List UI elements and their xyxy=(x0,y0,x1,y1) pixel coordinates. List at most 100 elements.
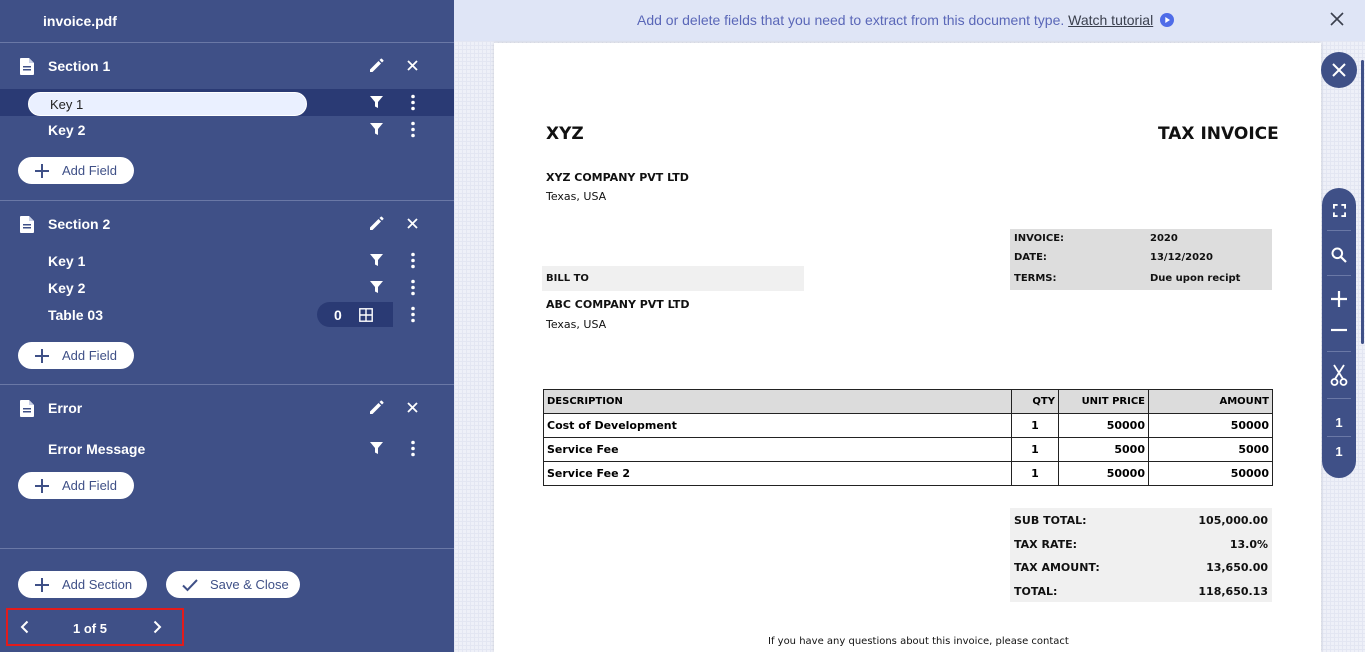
section-title: Error xyxy=(48,400,83,416)
field-label: Key 2 xyxy=(48,121,86,138)
table-header-row: DESCRIPTION QTY UNIT PRICE AMOUNT xyxy=(543,389,1273,414)
section-title: Section 2 xyxy=(48,216,111,232)
chevron-right-icon[interactable] xyxy=(150,620,164,634)
table-cell: 1 xyxy=(1011,413,1059,438)
document-icon xyxy=(20,215,34,233)
filter-icon[interactable] xyxy=(370,442,383,455)
field-row[interactable]: Key 2 xyxy=(0,274,454,301)
filter-icon[interactable] xyxy=(370,96,383,109)
section-2: Section 2 Key 1 Key 2 Table 03 0 Add Fie… xyxy=(0,201,454,385)
invoice-meta-label: DATE: xyxy=(1014,252,1047,263)
search-button[interactable] xyxy=(1322,247,1356,263)
table-column-count[interactable]: 0 xyxy=(317,302,393,327)
totals-label: SUB TOTAL: xyxy=(1014,514,1087,527)
more-vert-icon[interactable] xyxy=(404,94,422,111)
file-name: invoice.pdf xyxy=(0,0,454,43)
table-field-row[interactable]: Table 03 0 xyxy=(0,301,454,328)
document-icon xyxy=(20,399,34,417)
field-label: Key 2 xyxy=(48,279,86,296)
pencil-icon[interactable] xyxy=(369,58,384,73)
add-section-label: Add Section xyxy=(62,577,133,592)
bill-to-location: Texas, USA xyxy=(546,318,607,331)
field-row[interactable]: Error Message xyxy=(0,435,454,462)
table-cell: 5000 xyxy=(1148,437,1273,462)
section-header: Section 2 xyxy=(0,201,454,247)
field-label: Table 03 xyxy=(48,306,103,323)
field-row[interactable] xyxy=(0,89,454,116)
totals-value: 13.0% xyxy=(1229,538,1268,551)
more-vert-icon[interactable] xyxy=(404,252,422,269)
table-count-value: 0 xyxy=(334,306,342,323)
filter-icon[interactable] xyxy=(370,281,383,294)
save-close-button[interactable]: Save & Close xyxy=(166,571,300,598)
watch-tutorial-link[interactable]: Watch tutorial xyxy=(1068,12,1153,28)
scissors-icon xyxy=(1330,364,1348,386)
add-section-button[interactable]: Add Section xyxy=(18,571,147,598)
invoice-company-location: Texas, USA xyxy=(546,190,607,203)
pager-label: 1 of 5 xyxy=(73,621,107,636)
plus-icon xyxy=(35,577,49,592)
table-cell: 5000 xyxy=(1058,437,1149,462)
more-vert-icon[interactable] xyxy=(404,121,422,138)
table-header-cell: QTY xyxy=(1011,389,1059,414)
more-vert-icon[interactable] xyxy=(404,306,422,323)
invoice-meta-value: 13/12/2020 xyxy=(1150,252,1213,263)
pencil-icon[interactable] xyxy=(369,216,384,231)
chevron-left-icon[interactable] xyxy=(18,620,32,634)
add-field-label: Add Field xyxy=(62,163,117,178)
plus-icon xyxy=(35,348,49,363)
zoom-out-button[interactable] xyxy=(1322,321,1356,339)
toolbar-divider xyxy=(1327,436,1351,437)
table-row: Cost of Development 1 50000 50000 xyxy=(543,413,1273,438)
table-cell: Service Fee xyxy=(543,437,1012,462)
field-label: Error Message xyxy=(48,440,146,457)
filter-icon[interactable] xyxy=(370,123,383,136)
more-vert-icon[interactable] xyxy=(404,279,422,296)
zoom-in-icon xyxy=(1331,291,1347,307)
table-cell: 50000 xyxy=(1148,413,1273,438)
invoice-meta-value: 2020 xyxy=(1150,233,1178,244)
plus-icon xyxy=(35,163,49,178)
field-row[interactable]: Key 2 xyxy=(0,116,454,143)
invoice-company-name: XYZ COMPANY PVT LTD xyxy=(546,171,689,184)
split-button[interactable] xyxy=(1322,364,1356,386)
table-row: Service Fee 1 5000 5000 xyxy=(543,437,1273,462)
table-cell: 50000 xyxy=(1058,413,1149,438)
zoom-in-button[interactable] xyxy=(1322,290,1356,308)
field-row[interactable]: Key 1 xyxy=(0,247,454,274)
totals-value: 118,650.13 xyxy=(1198,585,1268,598)
pencil-icon[interactable] xyxy=(369,400,384,415)
close-viewer-button[interactable] xyxy=(1321,52,1357,88)
viewer-scrollbar[interactable] xyxy=(1361,60,1364,344)
page-pager: 1 of 5 xyxy=(6,608,184,646)
invoice-footer-note: If you have any questions about this inv… xyxy=(768,636,1069,647)
play-icon[interactable] xyxy=(1160,13,1175,27)
filter-icon[interactable] xyxy=(370,254,383,267)
add-field-button[interactable]: Add Field xyxy=(18,472,134,499)
more-vert-icon[interactable] xyxy=(404,440,422,457)
invoice-company-short: XYZ xyxy=(546,124,584,144)
line-items-table: DESCRIPTION QTY UNIT PRICE AMOUNT Cost o… xyxy=(543,389,1273,486)
document-icon xyxy=(20,57,34,75)
fullscreen-icon xyxy=(1332,204,1346,217)
close-icon[interactable] xyxy=(406,59,419,72)
close-icon[interactable] xyxy=(406,401,419,414)
table-header-cell: UNIT PRICE xyxy=(1058,389,1149,414)
sidebar-footer: Add Section Save & Close 1 of 5 xyxy=(0,548,454,652)
toolbar-divider xyxy=(1327,275,1351,276)
table-grid-icon xyxy=(359,308,373,322)
bill-to-name: ABC COMPANY PVT LTD xyxy=(546,298,690,311)
field-label: Key 1 xyxy=(48,252,86,269)
table-cell: 50000 xyxy=(1148,461,1273,486)
field-name-input[interactable] xyxy=(28,92,307,116)
section-1: Section 1 Key 2 Add Field xyxy=(0,43,454,201)
plus-icon xyxy=(35,478,49,493)
add-field-button[interactable]: Add Field xyxy=(18,342,134,369)
totals-value: 13,650.00 xyxy=(1206,561,1268,574)
fields-sidebar: invoice.pdf Section 1 Key 2 Add Field Se… xyxy=(0,0,454,652)
table-cell: 1 xyxy=(1011,461,1059,486)
close-icon[interactable] xyxy=(1330,12,1344,26)
add-field-button[interactable]: Add Field xyxy=(18,157,134,184)
close-icon[interactable] xyxy=(406,217,419,230)
fullscreen-button[interactable] xyxy=(1322,204,1356,217)
